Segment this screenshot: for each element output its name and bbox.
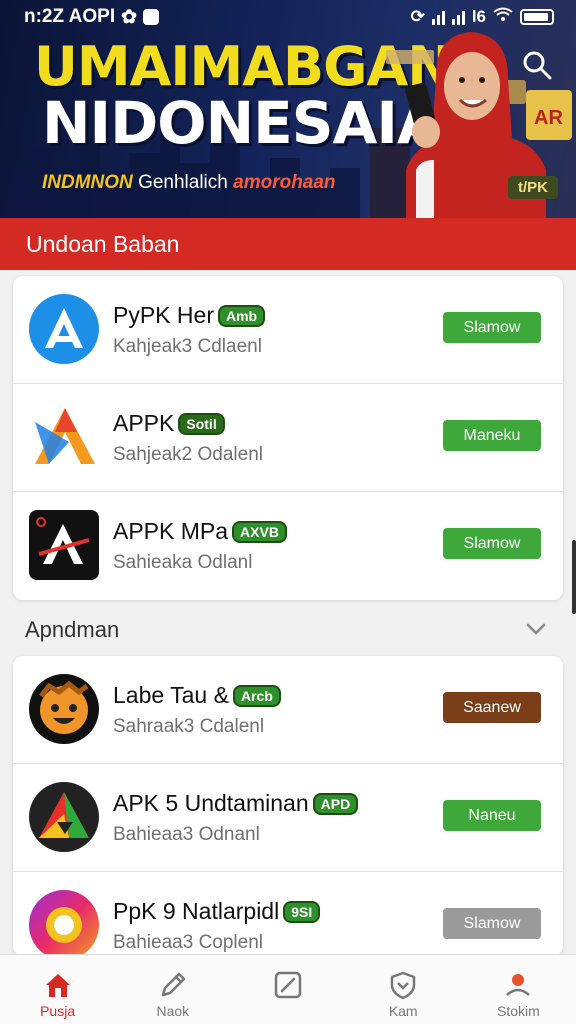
status-bar: n:2Z AOPI ✿ ⟳ l6 bbox=[0, 0, 576, 34]
search-icon[interactable] bbox=[520, 48, 554, 82]
app-subtitle: Sahraak3 Cdalenl bbox=[113, 716, 265, 737]
home-icon bbox=[45, 974, 70, 997]
app-badge: AXVB bbox=[232, 520, 287, 543]
promo-tag: t/PK bbox=[508, 176, 558, 199]
signal-icon bbox=[431, 9, 445, 25]
section-title: Apndman bbox=[25, 617, 120, 642]
app-action-button[interactable]: Naneu bbox=[443, 800, 541, 831]
list-item[interactable]: APPK Sotil Sahjeak2 Odalenl Maneku bbox=[13, 384, 563, 492]
list-item[interactable]: APPK MPa AXVB Sahieaka Odlanl Slamow bbox=[13, 492, 563, 600]
nav-label: Stokim bbox=[497, 1003, 540, 1019]
hero-banner[interactable]: n:2Z AOPI ✿ ⟳ l6 UMAIMABGAN NIDONESAIA I… bbox=[0, 0, 576, 218]
app-name-text: PpK 9 Natlarpidl bbox=[113, 898, 280, 924]
app-badge: Arcb bbox=[232, 684, 281, 707]
shield-heart-icon bbox=[390, 971, 416, 1000]
app-action-button[interactable]: Maneku bbox=[443, 420, 541, 451]
app-action-button[interactable]: Slamow bbox=[443, 528, 541, 559]
svg-text:AR: AR bbox=[534, 107, 563, 129]
app-action-button[interactable]: Saanew bbox=[443, 692, 541, 723]
app-subtitle: Sahjeak2 Odalenl bbox=[113, 444, 263, 465]
app-name: APPK MPa AXVB bbox=[113, 518, 287, 545]
nav-item-profile[interactable]: Stokim bbox=[461, 955, 576, 1024]
bottom-nav: Pusja Naok Kam Stokim bbox=[0, 954, 576, 1024]
hero-subtitle-c: amorohaan bbox=[233, 172, 336, 193]
orange-a-icon bbox=[35, 408, 95, 464]
sync-icon: ⟳ bbox=[410, 7, 425, 26]
app-name-text: Labe Tau & bbox=[113, 682, 229, 708]
app-subtitle: Sahieaka Odlanl bbox=[113, 552, 253, 573]
hero-subtitle: INDMNON Genhlalich amorohaan bbox=[42, 172, 336, 194]
edit-square-icon bbox=[274, 971, 302, 999]
status-time: n:2Z AOPI bbox=[24, 6, 116, 27]
battery-icon bbox=[520, 9, 554, 25]
app-notification-icon bbox=[143, 9, 160, 25]
list-item[interactable]: Labe Tau & Arcb Sahraak3 Cdalenl Saanew bbox=[13, 656, 563, 764]
app-name: Labe Tau & Arcb bbox=[113, 682, 281, 709]
triangle-icon bbox=[29, 782, 99, 852]
nav-label: Kam bbox=[388, 1003, 418, 1019]
app-action-button[interactable]: Slamow bbox=[443, 908, 541, 939]
app-list-card-1: PyPK Her Amb Kahjeak3 Cdlaenl Slamow APP… bbox=[13, 276, 563, 600]
notification-icon: ✿ bbox=[121, 6, 138, 28]
blue-a-icon bbox=[29, 294, 99, 364]
app-name-text: PyPK Her bbox=[113, 302, 214, 328]
app-name: PyPK Her Amb bbox=[113, 302, 266, 329]
nav-item-shield[interactable]: Kam bbox=[346, 955, 461, 1024]
app-name: APK 5 Undtaminan APD bbox=[113, 790, 359, 817]
app-badge: Amb bbox=[217, 304, 266, 327]
app-name-text: APPK MPa bbox=[113, 518, 229, 544]
app-name: PpK 9 Natlarpidl 9SI bbox=[113, 898, 321, 925]
app-list-card-2: Labe Tau & Arcb Sahraak3 Cdalenl Saanew … bbox=[13, 656, 563, 956]
app-badge: 9SI bbox=[283, 900, 321, 923]
nav-item-pencil[interactable]: Naok bbox=[115, 955, 230, 1024]
list-item[interactable]: APK 5 Undtaminan APD Bahieaa3 Odnanl Nan… bbox=[13, 764, 563, 872]
app-subtitle: Bahieaa3 Odnanl bbox=[113, 824, 260, 845]
app-action-button[interactable]: Slamow bbox=[443, 312, 541, 343]
signal-2-icon bbox=[451, 9, 465, 25]
app-name-text: APPK bbox=[113, 410, 175, 436]
app-name: APPK Sotil bbox=[113, 410, 225, 437]
app-subtitle: Bahieaa3 Coplenl bbox=[113, 932, 264, 953]
nav-item-home[interactable]: Pusja bbox=[0, 955, 115, 1024]
app-badge: APD bbox=[312, 792, 359, 815]
hero-subtitle-a: INDMNON bbox=[42, 172, 133, 193]
wifi-icon bbox=[493, 7, 513, 28]
pencil-icon bbox=[161, 972, 186, 997]
list-item[interactable]: PpK 9 Natlarpidl 9SI Bahieaa3 Coplenl Sl… bbox=[13, 872, 563, 956]
hero-subtitle-b: Genhlalich bbox=[138, 172, 228, 193]
app-subtitle: Kahjeak3 Cdlaenl bbox=[113, 336, 262, 357]
scroll-handle[interactable] bbox=[572, 540, 576, 614]
profile-icon bbox=[506, 974, 531, 996]
ring-icon bbox=[29, 890, 99, 956]
app-name-text: APK 5 Undtaminan bbox=[113, 790, 309, 816]
app-badge: Sotil bbox=[178, 412, 225, 435]
face-icon bbox=[29, 674, 99, 744]
list-item[interactable]: PyPK Her Amb Kahjeak3 Cdlaenl Slamow bbox=[13, 276, 563, 384]
carrier-label: l6 bbox=[471, 7, 486, 26]
nav-label: Pusja bbox=[40, 1003, 76, 1019]
black-a-icon bbox=[29, 510, 99, 580]
section-header: Undoan Baban bbox=[0, 218, 576, 270]
chevron-down-icon[interactable] bbox=[524, 616, 548, 640]
nav-item-edit[interactable] bbox=[230, 955, 345, 1024]
nav-label: Naok bbox=[156, 1003, 190, 1019]
